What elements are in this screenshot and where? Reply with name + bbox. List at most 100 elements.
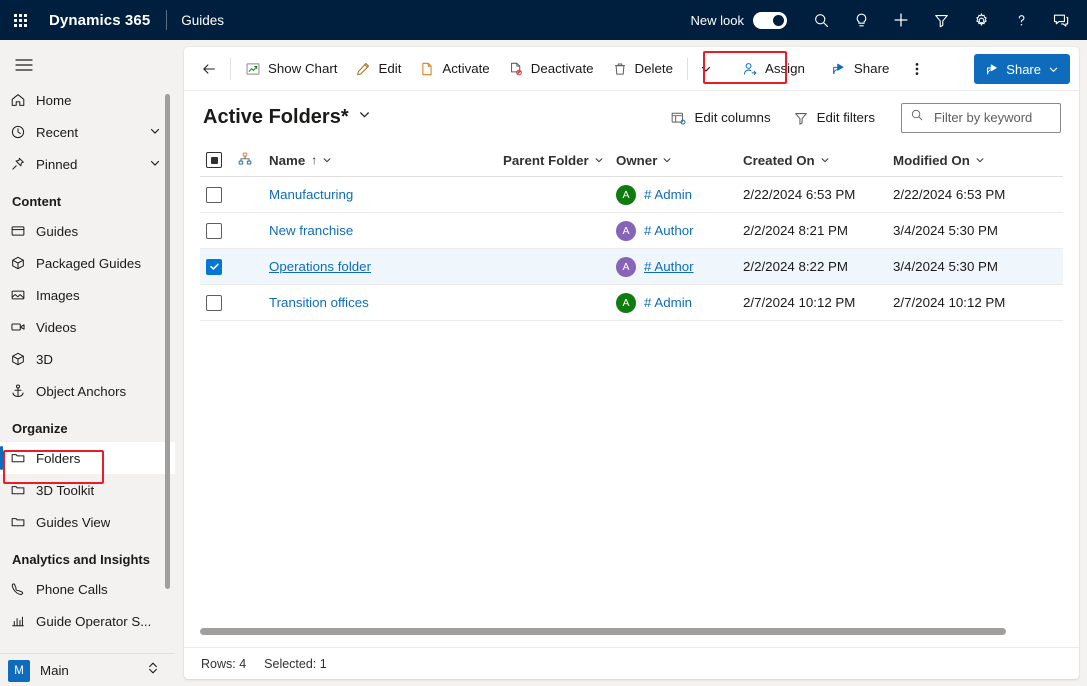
row-checkbox[interactable] <box>206 259 222 275</box>
delete-button[interactable]: Delete <box>603 54 682 84</box>
horizontal-scrollbar[interactable] <box>200 628 1063 638</box>
column-label: Modified On <box>893 153 970 168</box>
horizontal-scrollbar-thumb[interactable] <box>200 628 1006 635</box>
brand-title[interactable]: Dynamics 365 <box>49 12 150 29</box>
select-all-cell[interactable] <box>200 152 237 168</box>
folder-icon <box>10 482 36 498</box>
row-checkbox[interactable] <box>206 187 222 203</box>
sidebar-item-3d-toolkit[interactable]: 3D Toolkit <box>0 474 175 506</box>
cube-icon <box>10 255 36 271</box>
cell-owner[interactable]: A # Author <box>616 221 743 241</box>
search-input[interactable] <box>932 109 1060 126</box>
select-all-checkbox[interactable] <box>206 152 222 168</box>
avatar: A <box>616 293 636 313</box>
column-header-owner[interactable]: Owner <box>616 153 743 168</box>
main-content-panel: Show Chart Edit Activate <box>184 47 1079 679</box>
sidebar-item-guides-view[interactable]: Guides View <box>0 506 175 538</box>
cell-name[interactable]: Operations folder <box>269 259 503 274</box>
owner-link[interactable]: # Admin <box>644 187 692 202</box>
deactivate-button[interactable]: Deactivate <box>499 54 603 84</box>
hierarchy-column-header[interactable] <box>237 151 269 170</box>
row-select-cell[interactable] <box>200 223 237 239</box>
sidebar-item-images[interactable]: Images <box>0 279 175 311</box>
row-select-cell[interactable] <box>200 187 237 203</box>
row-name-link[interactable]: New franchise <box>269 223 353 238</box>
chevron-down-icon[interactable] <box>149 157 161 172</box>
sidebar-scrollbar[interactable] <box>165 94 170 589</box>
pin-icon <box>10 156 36 172</box>
sidebar-item-packaged-guides[interactable]: Packaged Guides <box>0 247 175 279</box>
filter-icon[interactable] <box>921 0 961 40</box>
row-select-cell[interactable] <box>200 259 237 275</box>
row-name-link[interactable]: Manufacturing <box>269 187 353 202</box>
back-button[interactable] <box>193 54 225 84</box>
search-icon[interactable] <box>801 0 841 40</box>
column-header-created-on[interactable]: Created On <box>743 153 893 168</box>
column-header-name[interactable]: Name ↑ <box>269 153 503 168</box>
owner-link[interactable]: # Author <box>644 223 694 238</box>
site-map-toggle-icon[interactable] <box>4 46 44 84</box>
column-header-parent-folder[interactable]: Parent Folder <box>503 153 616 168</box>
show-chart-button[interactable]: Show Chart <box>236 54 346 84</box>
view-selector[interactable]: Active Folders* <box>203 106 371 129</box>
chevron-down-icon[interactable] <box>322 155 332 165</box>
lightbulb-icon[interactable] <box>841 0 881 40</box>
table-row[interactable]: Transition offices A # Admin 2/7/2024 10… <box>200 285 1063 321</box>
cell-owner[interactable]: A # Author <box>616 257 743 277</box>
plus-icon[interactable] <box>881 0 921 40</box>
cell-name[interactable]: New franchise <box>269 223 503 238</box>
new-look-toggle[interactable] <box>753 12 787 29</box>
row-checkbox[interactable] <box>206 223 222 239</box>
cell-owner[interactable]: A # Admin <box>616 185 743 205</box>
gear-icon[interactable] <box>961 0 1001 40</box>
column-header-modified-on[interactable]: Modified On <box>893 153 1043 168</box>
app-name-label[interactable]: Guides <box>181 13 224 28</box>
question-icon[interactable] <box>1001 0 1041 40</box>
owner-link[interactable]: # Author <box>644 259 694 274</box>
chevron-up-down-icon[interactable] <box>147 661 159 680</box>
row-name-link[interactable]: Operations folder <box>269 259 371 274</box>
sidebar-item-folders[interactable]: Folders <box>0 442 175 474</box>
edit-columns-button[interactable]: Edit columns <box>662 103 778 133</box>
row-select-cell[interactable] <box>200 295 237 311</box>
sidebar-item-pinned[interactable]: Pinned <box>0 148 175 180</box>
sidebar-item-videos[interactable]: Videos <box>0 311 175 343</box>
area-switcher[interactable]: M Main <box>0 655 175 686</box>
edit-filters-button[interactable]: Edit filters <box>785 103 883 133</box>
table-row[interactable]: Operations folder A # Author 2/2/2024 8:… <box>200 249 1063 285</box>
chevron-down-icon[interactable] <box>358 104 371 127</box>
chevron-down-icon[interactable] <box>820 155 830 165</box>
chevron-down-icon[interactable] <box>662 155 672 165</box>
command-overflow-chevron[interactable] <box>693 54 719 84</box>
app-launcher-icon[interactable] <box>0 0 40 40</box>
table-row[interactable]: Manufacturing A # Admin 2/22/2024 6:53 P… <box>200 177 1063 213</box>
row-checkbox[interactable] <box>206 295 222 311</box>
edit-button[interactable]: Edit <box>346 54 410 84</box>
cell-owner[interactable]: A # Admin <box>616 293 743 313</box>
cell-name[interactable]: Transition offices <box>269 295 503 310</box>
chevron-down-icon[interactable] <box>149 125 161 140</box>
sidebar-item-recent[interactable]: Recent <box>0 116 175 148</box>
chevron-down-icon[interactable] <box>594 155 604 165</box>
sidebar-item-guides[interactable]: Guides <box>0 215 175 247</box>
share-button[interactable]: Share <box>822 54 898 84</box>
sidebar-scroll-region[interactable]: Home Recent <box>0 84 175 644</box>
assign-button[interactable]: Assign <box>733 54 814 84</box>
activate-button[interactable]: Activate <box>410 54 498 84</box>
more-commands-icon[interactable] <box>904 54 930 84</box>
sidebar-item-3d[interactable]: 3D <box>0 343 175 375</box>
cell-name[interactable]: Manufacturing <box>269 187 503 202</box>
share-primary-button[interactable]: Share <box>974 54 1070 84</box>
table-row[interactable]: New franchise A # Author 2/2/2024 8:21 P… <box>200 213 1063 249</box>
sidebar-item-label: 3D <box>36 352 53 367</box>
sidebar-item-guide-operator-sessions[interactable]: Guide Operator S... <box>0 605 175 637</box>
row-name-link[interactable]: Transition offices <box>269 295 369 310</box>
sidebar-item-home[interactable]: Home <box>0 84 175 116</box>
chevron-down-icon[interactable] <box>975 155 985 165</box>
chevron-down-icon[interactable] <box>1048 64 1059 75</box>
owner-link[interactable]: # Admin <box>644 295 692 310</box>
feedback-icon[interactable] <box>1041 0 1081 40</box>
sidebar-item-object-anchors[interactable]: Object Anchors <box>0 375 175 407</box>
sidebar-item-phone-calls[interactable]: Phone Calls <box>0 573 175 605</box>
search-box[interactable] <box>901 103 1061 133</box>
